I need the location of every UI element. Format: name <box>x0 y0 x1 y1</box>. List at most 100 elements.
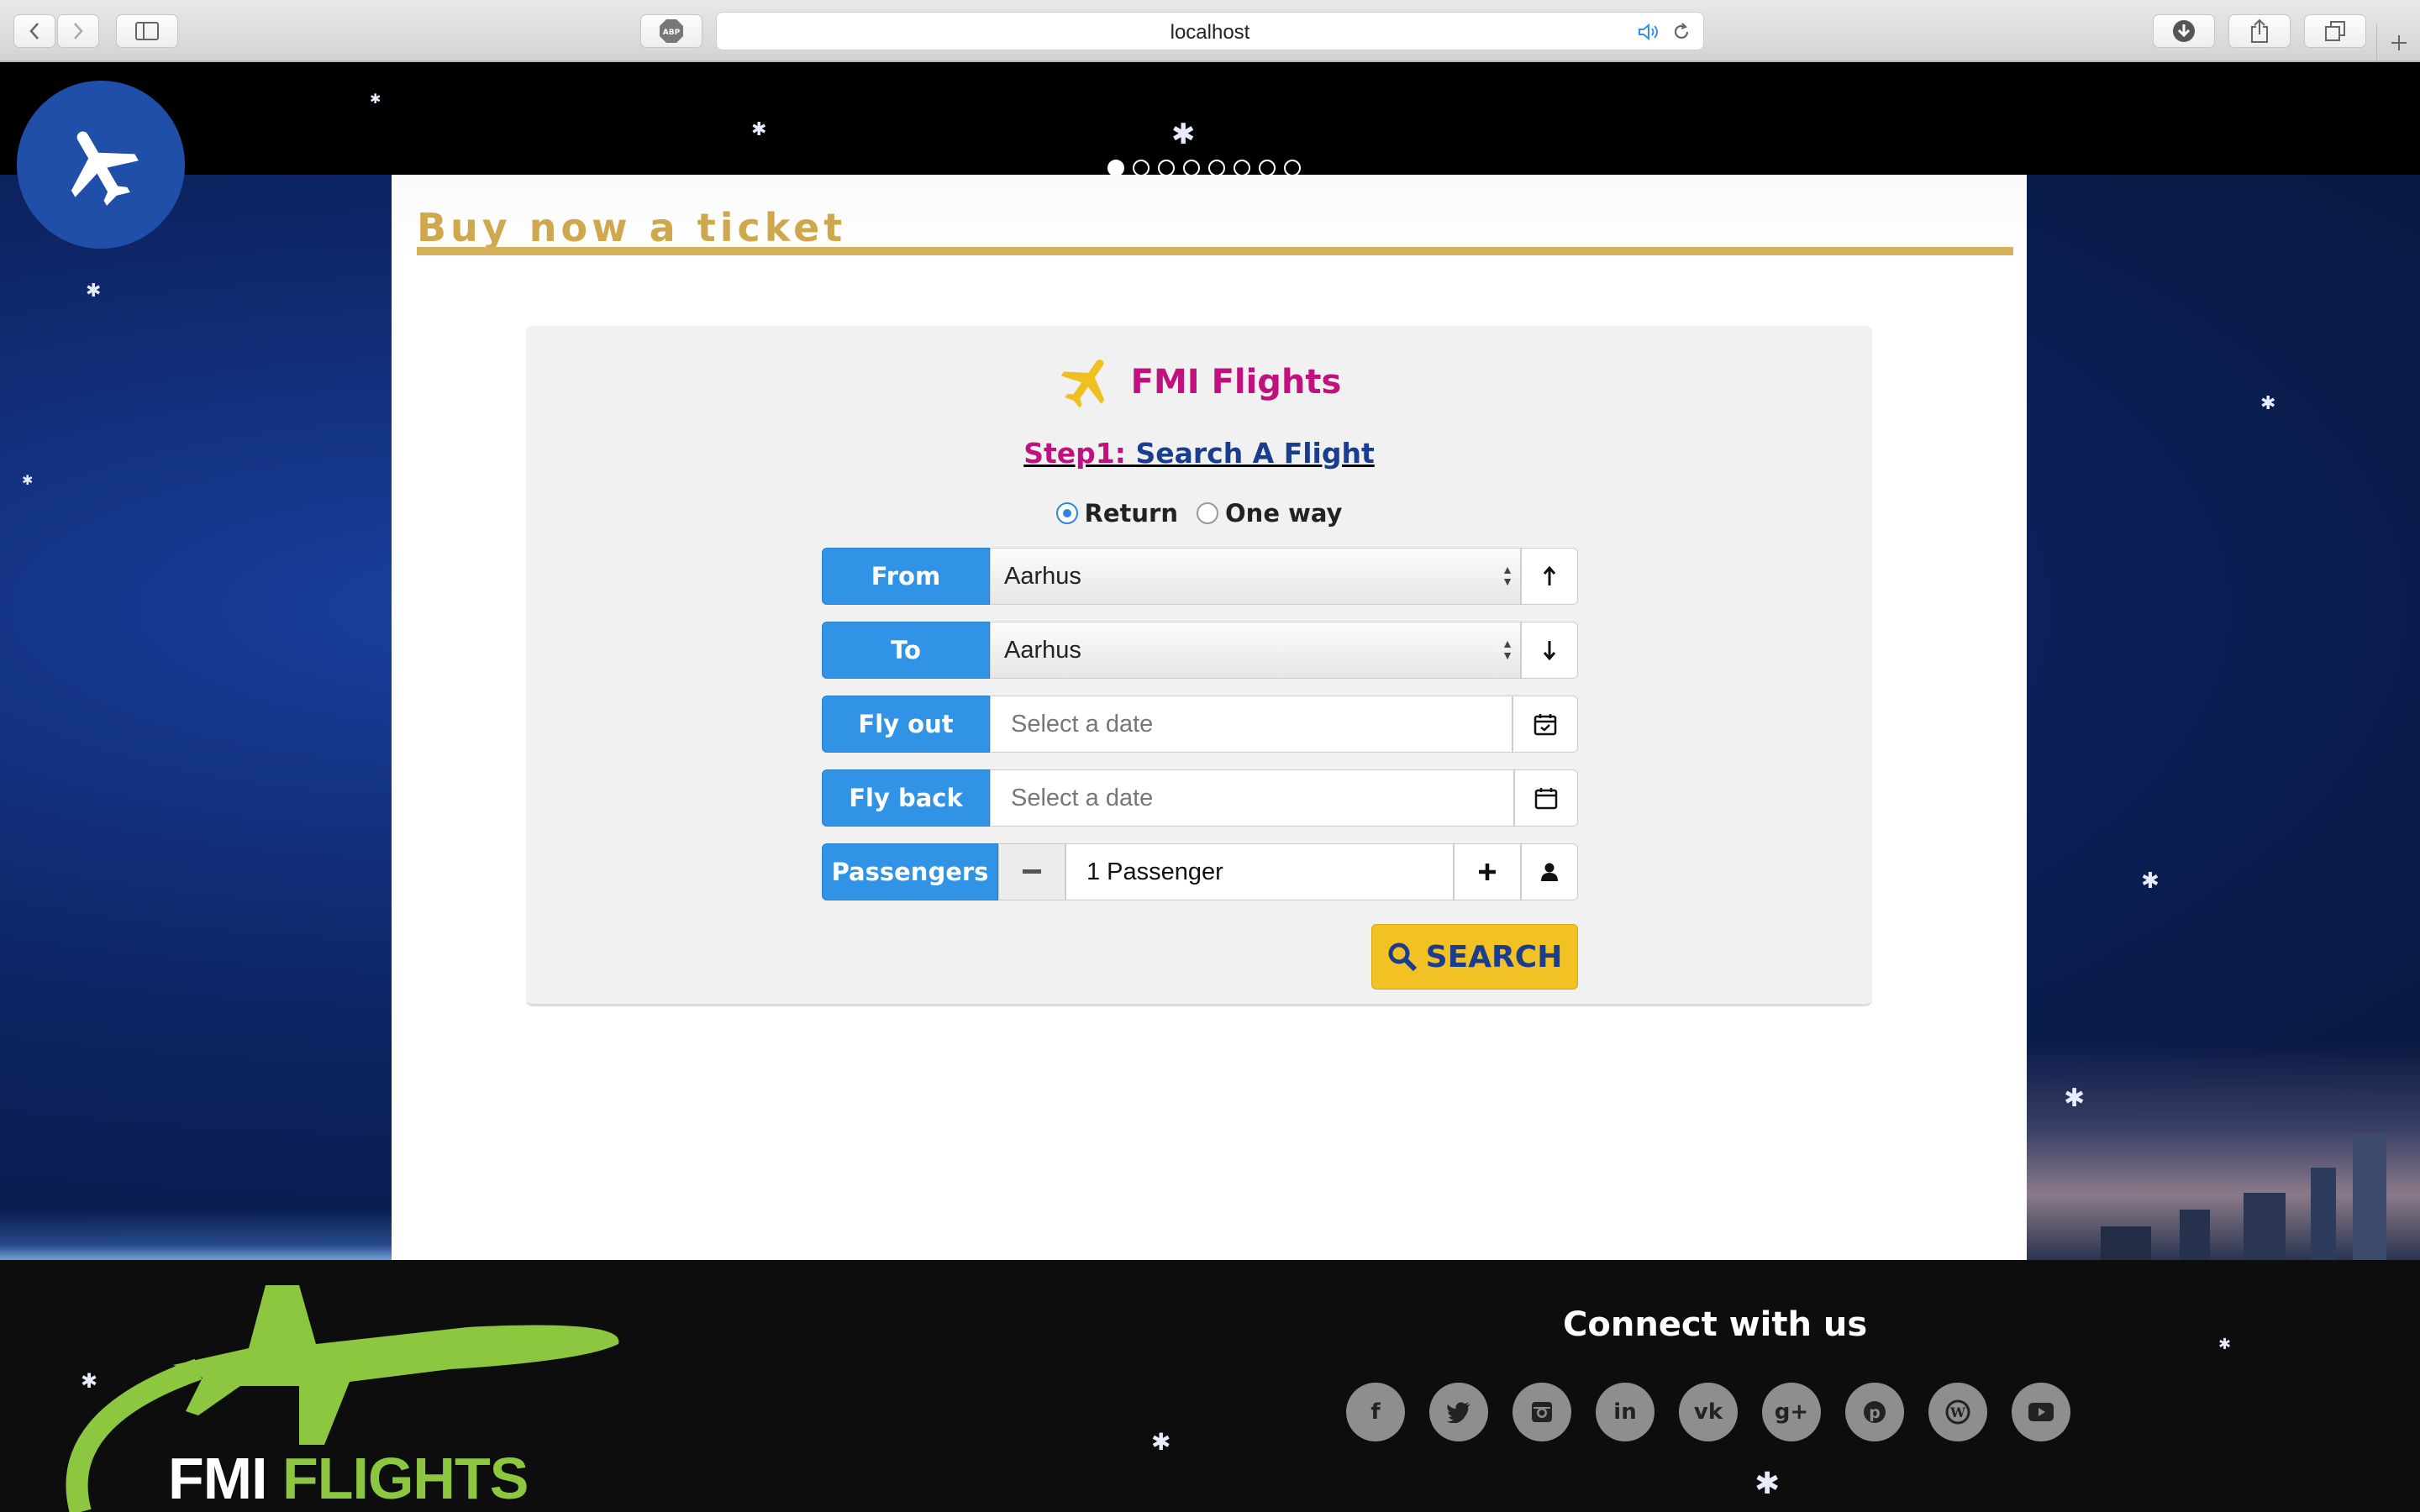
arrow-up-icon <box>1543 565 1556 585</box>
svg-text:W: W <box>1949 1404 1966 1420</box>
plus-icon <box>1479 864 1496 880</box>
fly-back-date-input[interactable]: Select a date <box>990 769 1514 827</box>
download-icon <box>2173 20 2195 42</box>
fly-back-calendar-button[interactable] <box>1514 769 1578 827</box>
page-title: Buy now a ticket <box>417 205 847 250</box>
snowflake-decoration: ✱ <box>370 91 381 107</box>
slider-dot[interactable] <box>1234 160 1250 176</box>
share-button[interactable] <box>2228 14 2291 48</box>
snowflake-decoration: ✱ <box>2218 1336 2232 1353</box>
trip-type-group: Return One way <box>526 499 1872 528</box>
step-number: Step1: <box>1023 437 1126 470</box>
svg-text:p: p <box>1869 1404 1881 1422</box>
snowflake-decoration: ✱ <box>86 281 102 302</box>
chevron-right-icon <box>74 23 83 39</box>
flight-search-card: FMI Flights Step1: Search A Flight Retur… <box>526 326 1872 1006</box>
site-logo-button[interactable] <box>17 81 185 249</box>
snowflake-decoration: ✱ <box>1754 1467 1781 1501</box>
passenger-decrement-button[interactable] <box>998 843 1065 900</box>
user-icon <box>1541 863 1558 881</box>
fly-back-row: Fly back Select a date <box>822 769 1578 827</box>
oneway-radio[interactable] <box>1197 502 1219 524</box>
select-arrows-icon: ▲ ▼ <box>1502 563 1513 588</box>
share-icon <box>2251 18 2268 43</box>
to-select[interactable]: Aarhus ▲ ▼ <box>990 622 1521 679</box>
footer-brand-part1: FMI <box>168 1446 268 1511</box>
arrow-down-icon <box>1543 641 1556 661</box>
snowflake-decoration: ✱ <box>22 472 34 488</box>
social-links: f in vk g+ p W <box>1346 1383 2070 1441</box>
from-label: From <box>822 548 990 605</box>
slider-dots <box>1107 160 1301 176</box>
instagram-icon[interactable] <box>1512 1383 1571 1441</box>
step-title: Search A Flight <box>1135 437 1375 470</box>
google-plus-icon[interactable]: g+ <box>1762 1383 1821 1441</box>
url-text: localhost <box>1170 21 1250 44</box>
passengers-label: Passengers <box>822 843 998 900</box>
main-panel: Buy now a ticket FMI Flights Step1: Sear… <box>392 175 2027 1260</box>
search-button-label: SEARCH <box>1425 939 1563 974</box>
speaker-icon[interactable] <box>1638 23 1661 41</box>
oneway-radio-label[interactable]: One way <box>1225 499 1342 528</box>
from-row: From Aarhus ▲ ▼ <box>822 548 1578 605</box>
youtube-icon[interactable] <box>2012 1383 2070 1441</box>
adblock-icon: ABP <box>660 19 683 43</box>
reload-icon[interactable] <box>1671 22 1691 42</box>
tabs-overview-button[interactable] <box>2304 14 2366 48</box>
search-button[interactable]: SEARCH <box>1371 924 1578 990</box>
brand-name: FMI Flights <box>1130 363 1342 402</box>
svg-text:ABP: ABP <box>663 29 681 37</box>
to-row: To Aarhus ▲ ▼ <box>822 622 1578 679</box>
twitter-icon[interactable] <box>1429 1383 1488 1441</box>
calendar-icon <box>1534 788 1558 810</box>
adblock-button[interactable]: ABP <box>640 14 702 48</box>
snowflake-decoration: ✱ <box>1151 1428 1171 1456</box>
city-lights-left <box>0 1210 395 1260</box>
sidebar-toggle-button[interactable] <box>116 14 178 48</box>
airplane-icon <box>1060 360 1104 408</box>
select-arrows-icon: ▲ ▼ <box>1502 637 1513 662</box>
fly-out-label: Fly out <box>822 696 990 753</box>
slider-dot[interactable] <box>1158 160 1175 176</box>
fly-out-row: Fly out Select a date <box>822 696 1578 753</box>
snowflake-decoration: ✱ <box>2260 393 2276 414</box>
slider-dot[interactable] <box>1133 160 1150 176</box>
airplane-icon <box>71 131 139 206</box>
slider-strip <box>0 62 2420 176</box>
linkedin-icon[interactable]: in <box>1596 1383 1655 1441</box>
sidebar-icon <box>135 22 159 40</box>
downloads-button[interactable] <box>2153 14 2215 48</box>
forward-button[interactable] <box>57 14 99 48</box>
plus-icon <box>2391 35 2407 50</box>
slider-dot[interactable] <box>1183 160 1200 176</box>
wordpress-icon[interactable]: W <box>1928 1383 1987 1441</box>
brand-header: FMI Flights <box>526 351 1872 413</box>
to-label: To <box>822 622 990 679</box>
snowflake-decoration: ✱ <box>81 1369 98 1393</box>
tabs-icon <box>2325 21 2345 41</box>
slider-dot[interactable] <box>1259 160 1276 176</box>
site-footer: FMI FLIGHTS Connect with us f in vk g+ p… <box>0 1260 2420 1512</box>
slider-dot[interactable] <box>1107 160 1124 176</box>
passenger-count-input[interactable]: 1 Passenger <box>1065 843 1454 900</box>
snowflake-decoration: ✱ <box>1171 118 1196 151</box>
passenger-increment-button[interactable] <box>1454 843 1521 900</box>
fly-out-date-input[interactable]: Select a date <box>990 696 1512 753</box>
pinterest-icon[interactable]: p <box>1845 1383 1904 1441</box>
footer-brand-part2: FLIGHTS <box>281 1446 529 1511</box>
return-radio[interactable] <box>1055 502 1078 524</box>
title-divider <box>417 247 2013 255</box>
return-radio-label[interactable]: Return <box>1085 499 1178 528</box>
step-heading: Step1: Search A Flight <box>526 437 1872 470</box>
slider-dot[interactable] <box>1284 160 1301 176</box>
facebook-icon[interactable]: f <box>1346 1383 1405 1441</box>
address-bar[interactable]: localhost <box>716 12 1704 50</box>
from-select[interactable]: Aarhus ▲ ▼ <box>990 548 1521 605</box>
fly-out-calendar-button[interactable] <box>1512 696 1578 753</box>
connect-heading: Connect with us <box>1563 1305 1868 1344</box>
slider-dot[interactable] <box>1208 160 1225 176</box>
landing-addon <box>1521 622 1578 679</box>
back-button[interactable] <box>13 14 55 48</box>
vk-icon[interactable]: vk <box>1679 1383 1738 1441</box>
new-tab-button[interactable] <box>2376 24 2420 62</box>
